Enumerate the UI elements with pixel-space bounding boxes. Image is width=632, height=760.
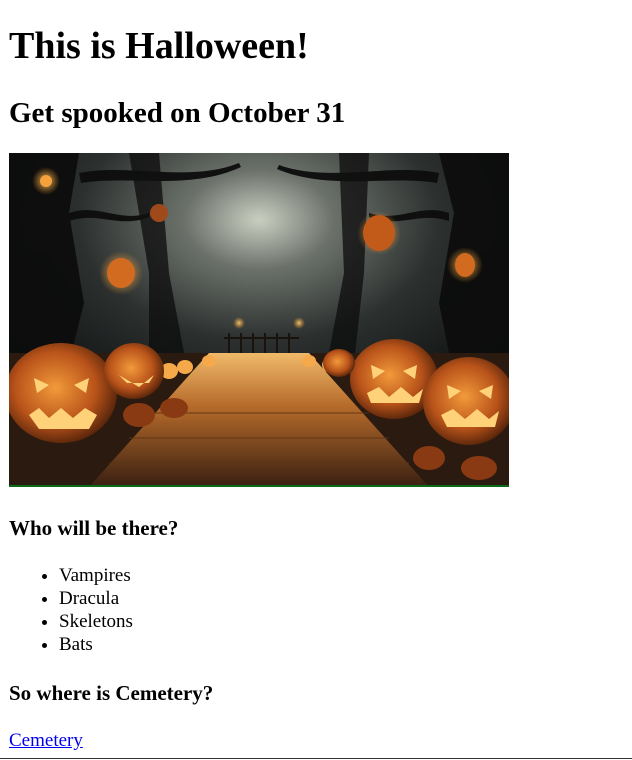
divider — [0, 758, 632, 759]
halloween-hero-image — [9, 153, 509, 487]
list-item: Skeletons — [59, 610, 632, 633]
guests-heading: Who will be there? — [9, 516, 179, 540]
list-item: Vampires — [59, 564, 632, 587]
cemetery-link[interactable]: Cemetery — [9, 730, 83, 752]
list-item: Bats — [59, 633, 632, 656]
list-item: Dracula — [59, 587, 632, 610]
page-subtitle: Get spooked on October 31 — [9, 97, 346, 129]
guest-list: Vampires Dracula Skeletons Bats — [9, 540, 632, 656]
location-heading: So where is Cemetery? — [9, 681, 214, 705]
page: This is Halloween! Get spooked on Octobe… — [0, 0, 632, 752]
page-title: This is Halloween! — [9, 25, 309, 67]
